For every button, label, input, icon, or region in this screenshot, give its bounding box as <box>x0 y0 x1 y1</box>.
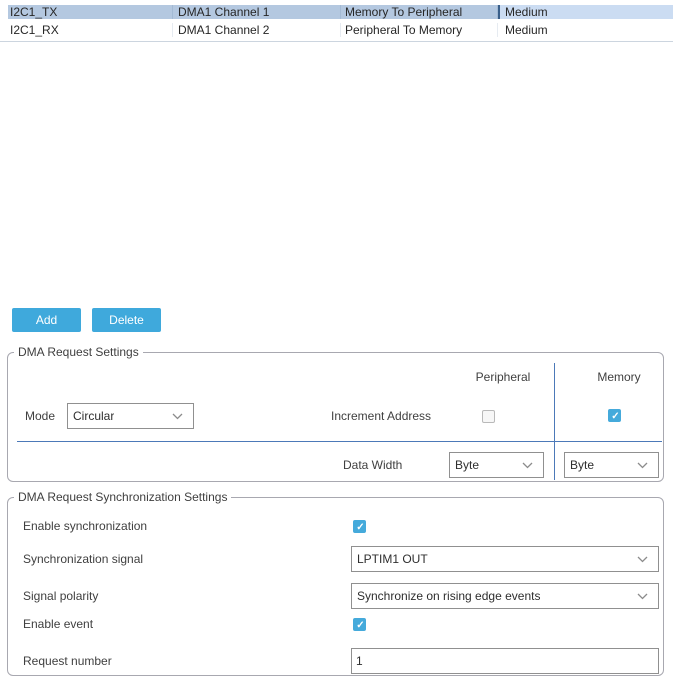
synchronization-signal-label: Synchronization signal <box>23 552 144 566</box>
signal-polarity-label: Signal polarity <box>23 589 99 603</box>
cell-direction: Peripheral To Memory <box>341 22 498 37</box>
synchronization-signal-value: LPTIM1 OUT <box>357 552 428 566</box>
chevron-down-icon <box>637 462 648 468</box>
enable-event-checkbox[interactable] <box>353 618 367 632</box>
chevron-down-icon <box>637 593 648 599</box>
mode-select-value: Circular <box>73 409 115 423</box>
request-number-input[interactable] <box>351 648 659 674</box>
chevron-down-icon <box>522 462 533 468</box>
table-row[interactable]: I2C1_RX DMA1 Channel 2 Peripheral To Mem… <box>8 21 673 38</box>
cell-priority: Medium <box>505 22 548 37</box>
chevron-down-icon <box>637 556 648 562</box>
dma-request-table: I2C1_TX DMA1 Channel 1 Memory To Periphe… <box>0 3 673 42</box>
enable-synchronization-label: Enable synchronization <box>23 519 148 533</box>
delete-button[interactable]: Delete <box>92 308 161 332</box>
request-number-label: Request number <box>23 654 112 668</box>
enable-synchronization-checkbox[interactable] <box>353 520 367 534</box>
peripheral-column-header: Peripheral <box>475 370 531 384</box>
data-width-memory-select[interactable]: Byte <box>564 452 659 478</box>
cell-request: I2C1_TX <box>8 5 173 19</box>
increment-peripheral-checkbox[interactable] <box>482 410 495 423</box>
increment-address-label: Increment Address <box>331 409 432 423</box>
group-title: DMA Request Settings <box>14 345 143 360</box>
cell-priority: Medium <box>498 5 673 19</box>
row-divider <box>17 441 662 442</box>
table-row[interactable]: I2C1_TX DMA1 Channel 1 Memory To Periphe… <box>8 3 673 21</box>
add-button[interactable]: Add <box>12 308 81 332</box>
enable-event-label: Enable event <box>23 617 94 631</box>
chevron-down-icon <box>172 413 183 419</box>
data-width-label: Data Width <box>343 458 403 472</box>
data-width-memory-value: Byte <box>570 458 595 472</box>
dma-sync-settings-group: DMA Request Synchronization Settings Ena… <box>7 490 664 676</box>
increment-memory-checkbox[interactable] <box>608 409 622 423</box>
table-bottom-border <box>0 41 673 42</box>
mode-label: Mode <box>25 409 56 423</box>
cell-channel: DMA1 Channel 1 <box>173 5 341 19</box>
signal-polarity-value: Synchronize on rising edge events <box>357 589 541 603</box>
dma-settings-panel: I2C1_TX DMA1 Channel 1 Memory To Periphe… <box>0 0 673 682</box>
cell-direction: Memory To Peripheral <box>341 5 498 19</box>
mode-select[interactable]: Circular <box>67 403 194 429</box>
cell-channel: DMA1 Channel 2 <box>173 22 341 37</box>
data-width-peripheral-select[interactable]: Byte <box>449 452 544 478</box>
synchronization-signal-select[interactable]: LPTIM1 OUT <box>351 546 659 572</box>
data-width-peripheral-value: Byte <box>455 458 480 472</box>
cell-request: I2C1_RX <box>8 22 173 37</box>
signal-polarity-select[interactable]: Synchronize on rising edge events <box>351 583 659 609</box>
memory-column-header: Memory <box>597 370 641 384</box>
group-title: DMA Request Synchronization Settings <box>14 490 232 505</box>
dma-request-settings-group: DMA Request Settings Peripheral Memory M… <box>7 345 664 482</box>
